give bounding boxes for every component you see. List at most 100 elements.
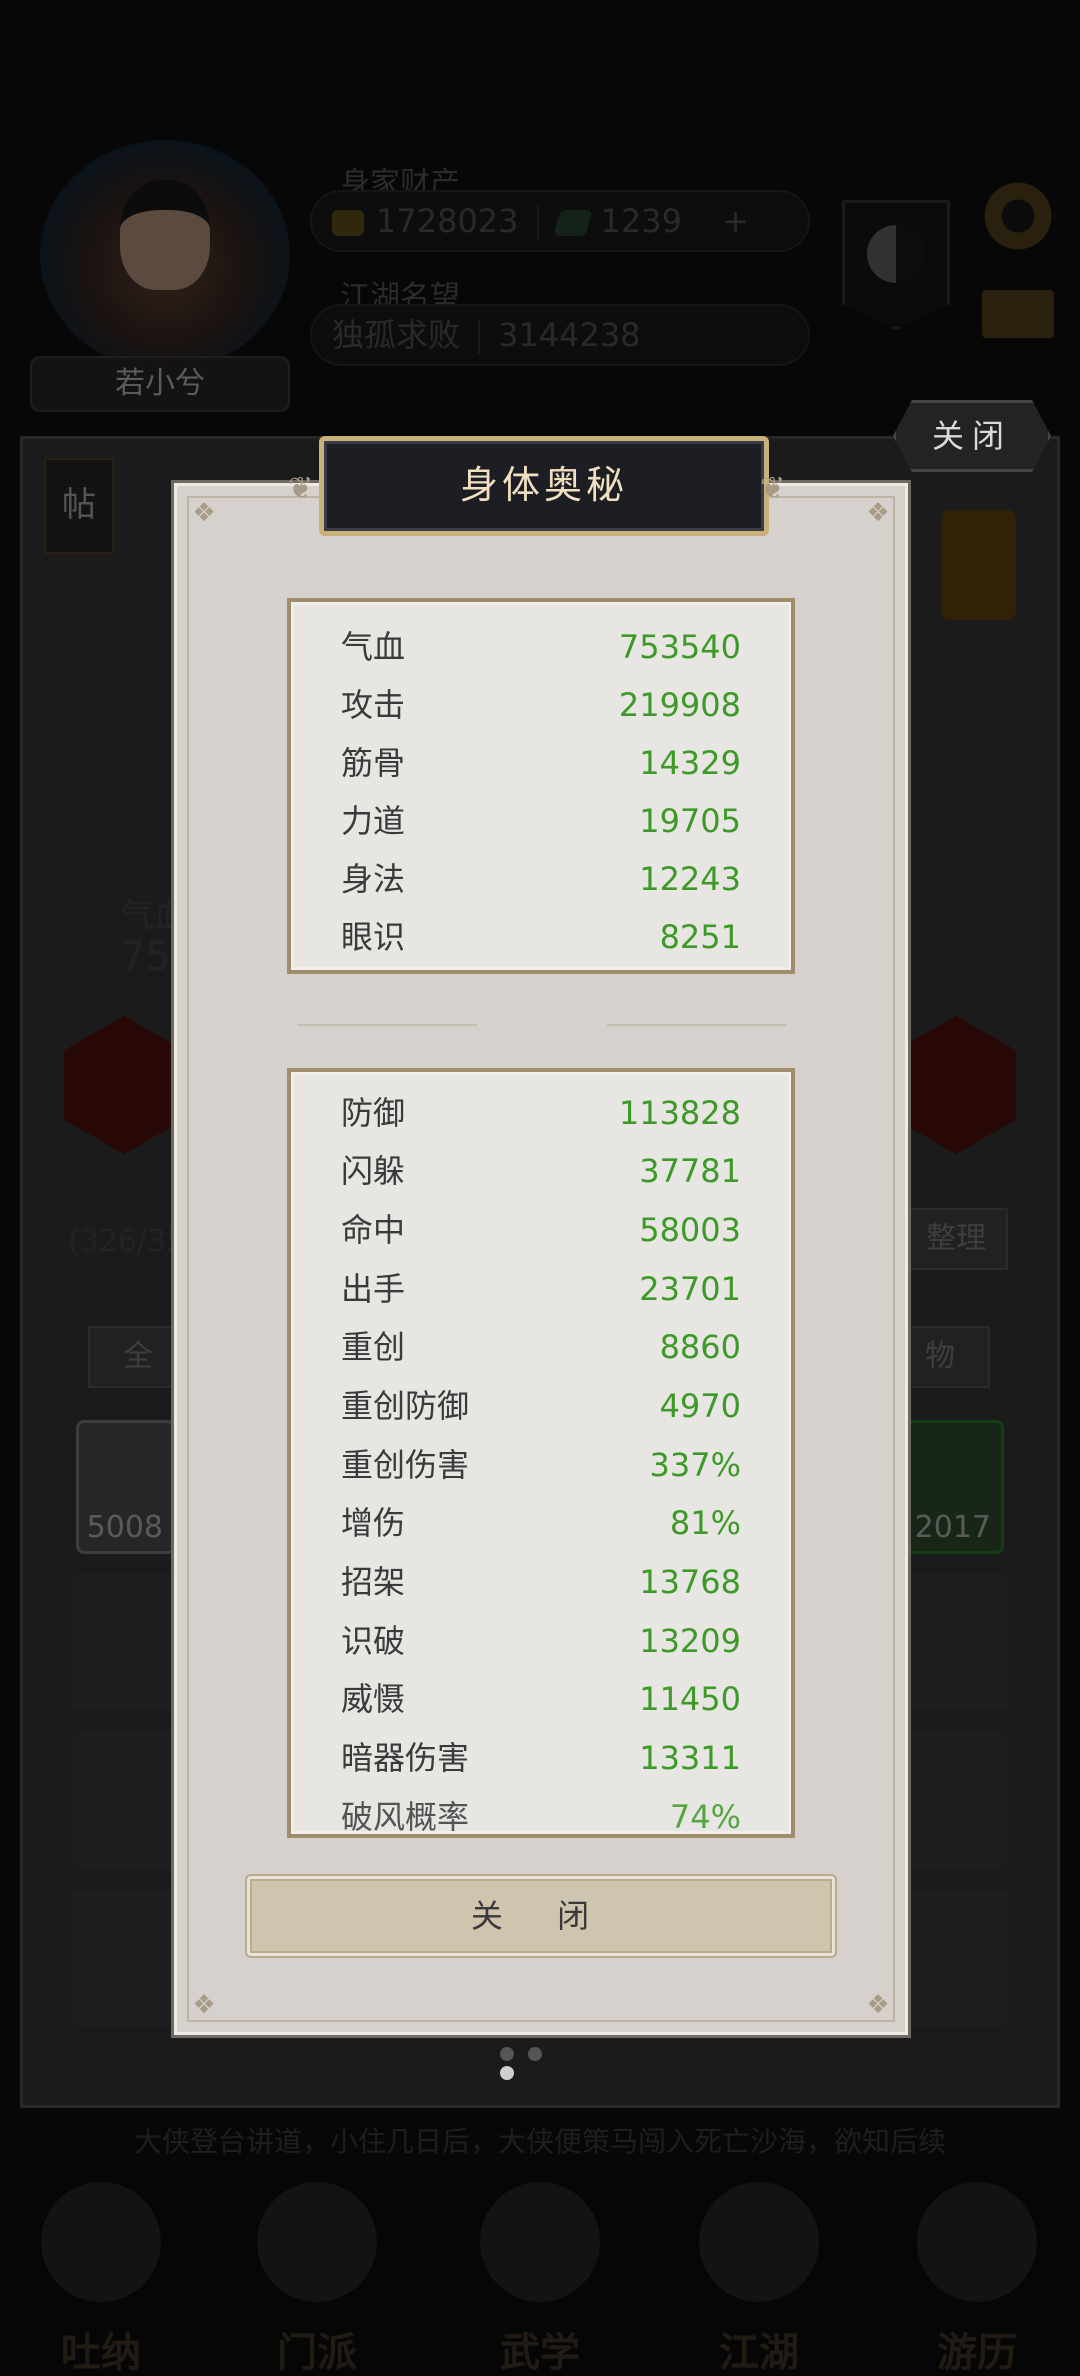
- travel-icon: [917, 2182, 1037, 2302]
- jade-icon: [553, 210, 592, 236]
- stat-value: 13768: [639, 1563, 741, 1601]
- stat-label: 筋骨: [341, 744, 406, 782]
- nav-sect[interactable]: 门派: [242, 2182, 392, 2376]
- slot-count: 2017: [914, 1510, 991, 1545]
- stat-value: 753540: [618, 628, 741, 666]
- stat-label: 力道: [341, 802, 406, 840]
- tie-scroll-button[interactable]: 帖: [44, 458, 114, 554]
- stat-value: 19705: [639, 802, 741, 840]
- stat-label: 重创伤害: [341, 1446, 470, 1484]
- add-currency-button[interactable]: +: [722, 202, 749, 240]
- page-indicator: [500, 2046, 580, 2080]
- sort-button[interactable]: 整理: [904, 1208, 1008, 1270]
- stat-value: 37781: [639, 1152, 741, 1190]
- nav-jianghu[interactable]: 江湖: [684, 2182, 834, 2376]
- nav-martial-arts[interactable]: 武学: [465, 2182, 615, 2376]
- stat-value: 58003: [639, 1211, 741, 1249]
- stat-row: 气血 753540: [341, 618, 741, 676]
- stat-row: 增伤 81%: [341, 1494, 741, 1552]
- stat-row: 重创防御 4970: [341, 1377, 741, 1435]
- corner-ornament-icon: ❖: [192, 1990, 216, 2020]
- stat-value: 14329: [639, 744, 741, 782]
- stat-value: 23701: [639, 1270, 741, 1308]
- stat-row: 破风概率 74%: [341, 1788, 741, 1836]
- stat-value: 74%: [669, 1798, 741, 1836]
- player-avatar[interactable]: [40, 140, 290, 370]
- stat-value: 81%: [669, 1504, 741, 1542]
- stat-value: 8860: [659, 1328, 741, 1366]
- taiji-icon[interactable]: [842, 200, 950, 330]
- tab-all[interactable]: 全: [88, 1326, 188, 1388]
- reputation-separator: [478, 320, 481, 354]
- reputation-value: 3144238: [498, 316, 641, 354]
- stat-label: 威慑: [341, 1680, 406, 1718]
- stat-row: 力道 19705: [341, 792, 741, 850]
- stat-row: 暗器伤害 13311: [341, 1729, 741, 1787]
- page-dot[interactable]: [528, 2047, 542, 2061]
- section-divider: [607, 1006, 787, 1026]
- stat-row: 攻击 219908: [341, 676, 741, 734]
- close-button-top[interactable]: 关闭: [893, 400, 1051, 472]
- stat-value: 13311: [639, 1739, 741, 1777]
- silver-amount: 1728023: [376, 202, 519, 240]
- stat-row: 筋骨 14329: [341, 734, 741, 792]
- stat-row: 眼识 8251: [341, 908, 741, 966]
- settings-gear-icon[interactable]: [978, 176, 1058, 256]
- section-divider: [297, 1006, 477, 1026]
- stat-label: 防御: [341, 1094, 406, 1132]
- stat-row: 招架 13768: [341, 1553, 741, 1611]
- body-secrets-modal: ❖ ❖ ❖ ❖ ❦ ❦ 身体奥秘 气血 753540 攻击 219908 筋骨 143…: [174, 436, 908, 2035]
- nav-label: 吐纳: [61, 2329, 141, 2376]
- nav-label: 江湖: [719, 2329, 799, 2376]
- stat-value: 11450: [639, 1680, 741, 1718]
- jianghu-icon: [699, 2182, 819, 2302]
- stat-value: 8251: [659, 918, 741, 956]
- stat-label: 重创防御: [341, 1387, 470, 1425]
- stat-row: 闪躲 37781: [341, 1142, 741, 1200]
- stat-row: 命中 58003: [341, 1201, 741, 1259]
- news-ticker: 大侠登台讲道，小住几日后，大侠便策马闯入死亡沙海，欲知后续: [133, 2125, 946, 2158]
- close-button[interactable]: 关 闭: [247, 1876, 835, 1956]
- silver-ingot-icon: [332, 210, 364, 236]
- stat-row: 识破 13209: [341, 1612, 741, 1670]
- stat-label: 命中: [341, 1211, 406, 1249]
- title-wing-icon: ❦: [760, 471, 786, 506]
- stat-label: 攻击: [341, 686, 406, 724]
- nav-label: 游历: [937, 2329, 1017, 2376]
- stat-label: 暗器伤害: [341, 1739, 470, 1777]
- page-dot[interactable]: [500, 2047, 514, 2061]
- nav-meditation[interactable]: 吐纳: [26, 2182, 176, 2376]
- stat-label: 出手: [341, 1270, 406, 1308]
- currency-separator: [536, 206, 539, 240]
- stat-label: 招架: [341, 1563, 406, 1601]
- stat-label: 破风概率: [341, 1798, 470, 1836]
- nav-travel[interactable]: 游历: [902, 2182, 1052, 2376]
- stat-label: 识破: [341, 1622, 406, 1660]
- stat-value: 113828: [618, 1094, 741, 1132]
- reputation-title: 独孤求败: [332, 316, 461, 354]
- slot-count: 5008: [86, 1510, 163, 1545]
- martial-arts-icon: [480, 2182, 600, 2302]
- corner-ornament-icon: ❖: [192, 498, 216, 528]
- sect-icon: [257, 2182, 377, 2302]
- stat-value: 219908: [618, 686, 741, 724]
- stat-row: 出手 23701: [341, 1260, 741, 1318]
- corner-ornament-icon: ❖: [866, 498, 890, 528]
- combat-stats-scroll-box[interactable]: 防御 113828 闪躲 37781 命中 58003 出手 23701 重创 8860 …: [287, 1068, 795, 1838]
- stat-row: 防御 113828: [341, 1084, 741, 1142]
- stat-label: 眼识: [341, 918, 406, 956]
- reputation-bar: 独孤求败 3144238: [310, 304, 810, 366]
- basic-stats-box[interactable]: 气血 753540 攻击 219908 筋骨 14329 力道 19705 身法 1224…: [287, 598, 795, 974]
- mail-icon[interactable]: [982, 290, 1054, 338]
- meditation-icon: [41, 2182, 161, 2302]
- stat-label: 身法: [341, 860, 406, 898]
- medal-icon[interactable]: [942, 510, 1016, 620]
- inventory-slot[interactable]: 2017: [904, 1420, 1004, 1554]
- player-name: 若小兮: [30, 356, 290, 412]
- inventory-slot[interactable]: 5008: [76, 1420, 176, 1554]
- stat-value: 337%: [649, 1446, 741, 1484]
- title-wing-icon: ❦: [288, 471, 314, 506]
- page-dot-active[interactable]: [500, 2066, 514, 2080]
- currency-bar: 1728023 1239 +: [310, 190, 810, 252]
- corner-ornament-icon: ❖: [866, 1990, 890, 2020]
